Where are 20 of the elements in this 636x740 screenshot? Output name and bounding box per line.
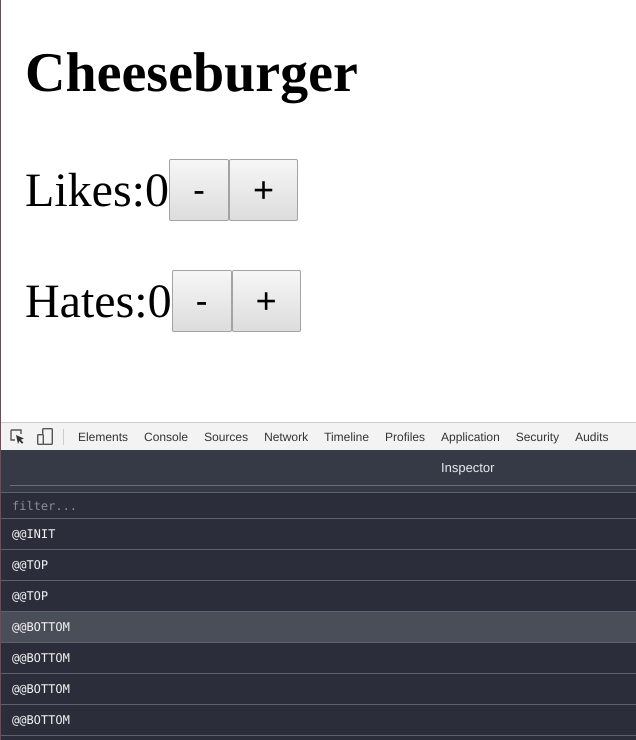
counter-label: Hates:0 — [25, 274, 172, 328]
page-title: Cheeseburger — [25, 41, 358, 105]
device-icon[interactable] — [37, 428, 53, 445]
minus-button[interactable]: - — [168, 159, 229, 221]
inspect-icon[interactable] — [10, 429, 25, 444]
plus-button[interactable]: + — [228, 159, 298, 221]
devtools-tab[interactable]: Profiles — [377, 423, 434, 450]
plus-button[interactable]: + — [232, 270, 301, 332]
action-row[interactable]: @@BOTTOM — [1, 612, 636, 643]
devtools-tab[interactable]: Security — [508, 423, 568, 450]
devtools-tab[interactable]: Timeline — [316, 423, 378, 450]
counter-label: Likes:0 — [25, 164, 169, 216]
devtools-tab[interactable]: Elements — [70, 423, 136, 450]
devtools-tab[interactable]: Audits — [567, 423, 616, 450]
minus-button[interactable]: - — [172, 270, 232, 332]
devtools-tab[interactable]: Network — [256, 423, 316, 450]
devtools-tab[interactable]: Application — [433, 423, 508, 450]
devtools-tab[interactable]: Sources — [196, 423, 256, 450]
panel-title: Inspector — [441, 458, 494, 477]
devtools-tab[interactable]: Console — [136, 423, 196, 450]
